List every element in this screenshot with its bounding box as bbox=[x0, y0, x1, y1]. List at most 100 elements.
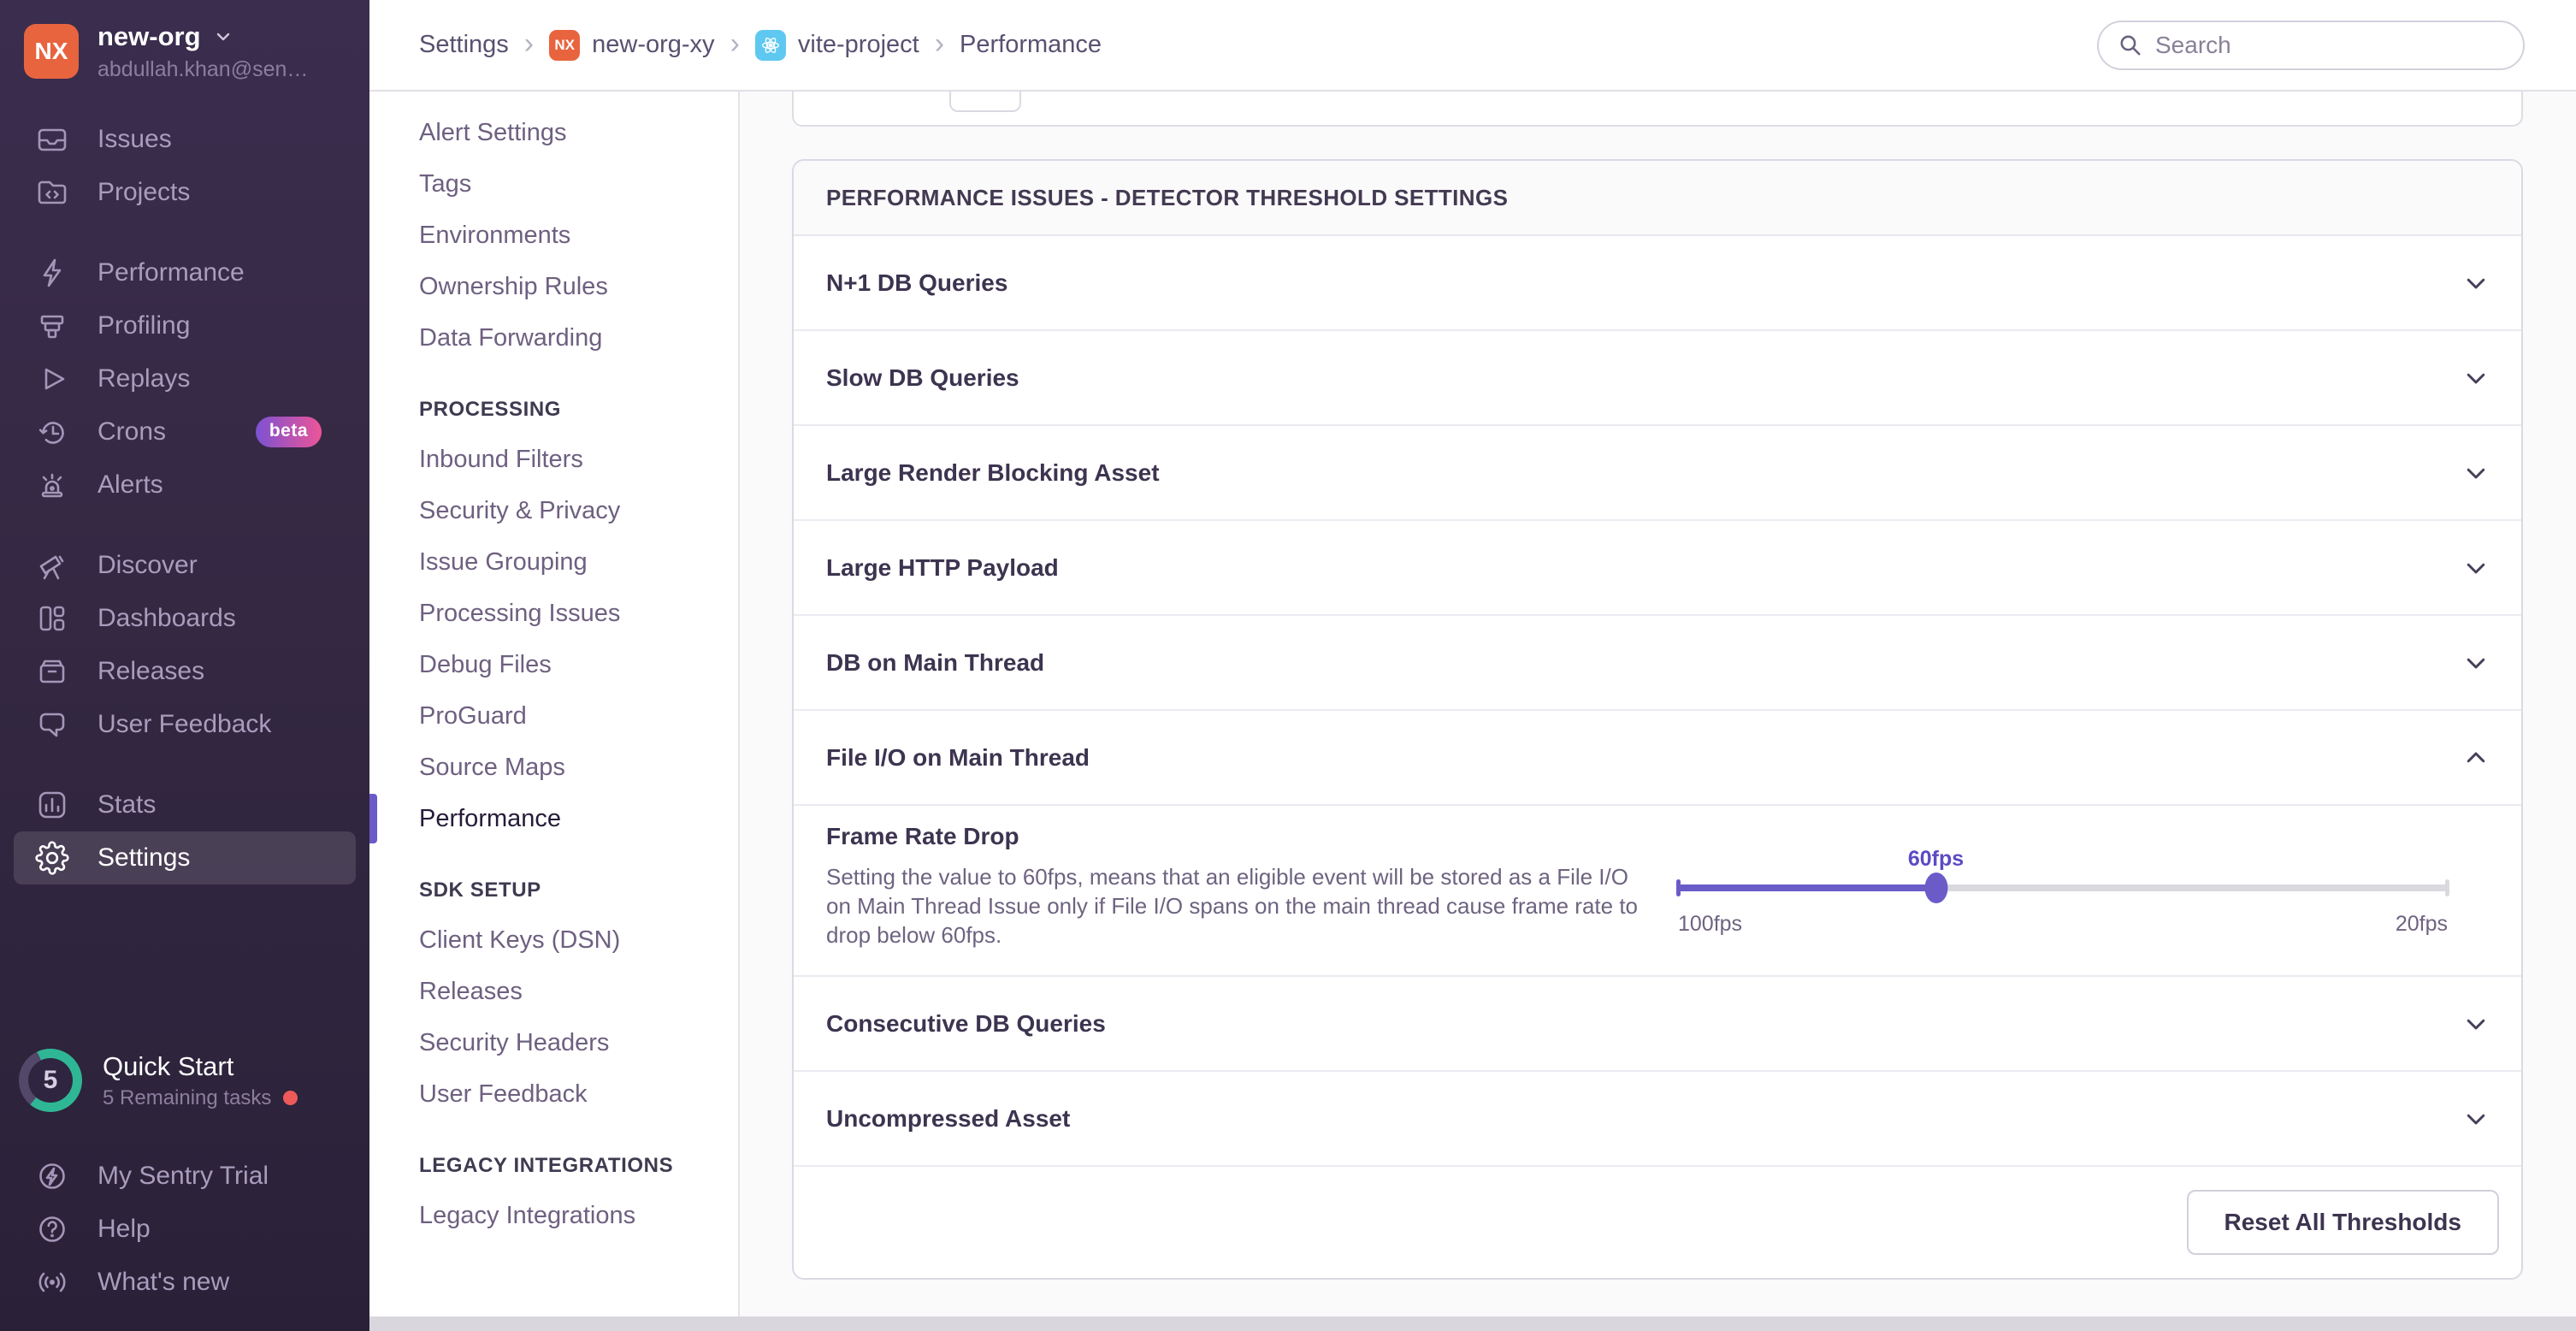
projects-icon bbox=[34, 175, 70, 210]
settings-nav-inbound-filters[interactable]: Inbound Filters bbox=[369, 434, 738, 485]
sidebar-item-label: Crons bbox=[97, 417, 166, 447]
detector-row-n-plus-one-db-queries[interactable]: N+1 DB Queries bbox=[794, 236, 2521, 331]
detector-row-large-render-blocking-asset[interactable]: Large Render Blocking Asset bbox=[794, 426, 2521, 521]
breadcrumb-project[interactable]: vite-project bbox=[755, 30, 919, 61]
beta-badge: beta bbox=[256, 417, 322, 447]
settings-nav-environments[interactable]: Environments bbox=[369, 210, 738, 261]
sidebar-item-user-feedback[interactable]: User Feedback bbox=[0, 698, 369, 751]
sidebar-item-dashboards[interactable]: Dashboards bbox=[0, 592, 369, 645]
sidebar-item-profiling[interactable]: Profiling bbox=[0, 299, 369, 352]
settings-nav-debug-files[interactable]: Debug Files bbox=[369, 639, 738, 690]
detector-row-db-on-main-thread[interactable]: DB on Main Thread bbox=[794, 616, 2521, 711]
breadcrumb-separator: › bbox=[935, 29, 944, 62]
breadcrumb-separator: › bbox=[524, 29, 534, 62]
search-box[interactable] bbox=[2097, 21, 2525, 70]
profiling-icon bbox=[34, 308, 70, 344]
sidebar-item-whats-new[interactable]: What's new bbox=[0, 1256, 369, 1309]
org-badge: NX bbox=[549, 30, 580, 61]
sidebar-item-label: Replays bbox=[97, 364, 190, 393]
settings-nav-tags[interactable]: Tags bbox=[369, 158, 738, 210]
crons-icon bbox=[34, 414, 70, 450]
settings-nav-performance[interactable]: Performance bbox=[369, 793, 738, 844]
chevron-down-icon bbox=[2463, 270, 2489, 296]
breadcrumb-label: Settings bbox=[419, 31, 509, 59]
detector-label: Consecutive DB Queries bbox=[826, 1010, 1106, 1038]
sidebar-nav: Issues Projects Performance Profiling Re… bbox=[0, 113, 369, 884]
help-icon bbox=[34, 1211, 70, 1247]
breadcrumb-label: new-org-xy bbox=[592, 31, 714, 59]
detector-label: File I/O on Main Thread bbox=[826, 744, 1090, 772]
settings-nav-issue-grouping[interactable]: Issue Grouping bbox=[369, 536, 738, 588]
detector-label: Slow DB Queries bbox=[826, 364, 1019, 392]
breadcrumb-organization[interactable]: NX new-org-xy bbox=[549, 30, 714, 61]
frame-rate-drop-title: Frame Rate Drop bbox=[826, 823, 1643, 850]
sidebar-item-my-sentry-trial[interactable]: My Sentry Trial bbox=[0, 1150, 369, 1203]
sidebar-item-projects[interactable]: Projects bbox=[0, 166, 369, 219]
settings-nav-proguard[interactable]: ProGuard bbox=[369, 690, 738, 742]
quick-start-title: Quick Start bbox=[103, 1051, 298, 1082]
sidebar-item-alerts[interactable]: Alerts bbox=[0, 458, 369, 512]
detector-row-slow-db-queries[interactable]: Slow DB Queries bbox=[794, 331, 2521, 426]
sidebar-item-discover[interactable]: Discover bbox=[0, 539, 369, 592]
sidebar-item-crons[interactable]: Crons beta bbox=[0, 405, 369, 458]
replays-icon bbox=[34, 361, 70, 397]
sidebar-item-label: Settings bbox=[97, 843, 190, 873]
breadcrumb-separator: › bbox=[730, 29, 740, 62]
settings-nav-processing-issues[interactable]: Processing Issues bbox=[369, 588, 738, 639]
sidebar-item-releases[interactable]: Releases bbox=[0, 645, 369, 698]
settings-nav-data-forwarding[interactable]: Data Forwarding bbox=[369, 312, 738, 364]
chevron-down-icon bbox=[2463, 555, 2489, 581]
detector-row-consecutive-db-queries[interactable]: Consecutive DB Queries bbox=[794, 977, 2521, 1072]
org-avatar: NX bbox=[24, 24, 79, 79]
sidebar-item-stats[interactable]: Stats bbox=[0, 778, 369, 831]
settings-nav-user-feedback[interactable]: User Feedback bbox=[369, 1068, 738, 1120]
user-feedback-icon bbox=[34, 707, 70, 742]
settings-nav-legacy-integrations[interactable]: Legacy Integrations bbox=[369, 1190, 738, 1241]
sidebar-item-label: Performance bbox=[97, 258, 245, 287]
settings-nav-security-privacy[interactable]: Security & Privacy bbox=[369, 485, 738, 536]
settings-nav-group-processing: PROCESSING bbox=[369, 386, 738, 434]
settings-nav-alert-settings[interactable]: Alert Settings bbox=[369, 107, 738, 158]
settings-nav-security-headers[interactable]: Security Headers bbox=[369, 1017, 738, 1068]
settings-nav-ownership-rules[interactable]: Ownership Rules bbox=[369, 261, 738, 312]
slider-track[interactable] bbox=[1678, 884, 2448, 891]
topbar: Settings › NX new-org-xy › vite-project … bbox=[369, 0, 2576, 92]
breadcrumb-performance: Performance bbox=[960, 31, 1102, 59]
org-switcher[interactable]: NX new-org abdullah.khan@sen… bbox=[24, 19, 349, 84]
panel-footer: Reset All Thresholds bbox=[794, 1167, 2521, 1278]
quick-start-count: 5 bbox=[19, 1049, 82, 1112]
sidebar-item-help[interactable]: Help bbox=[0, 1203, 369, 1256]
primary-sidebar: NX new-org abdullah.khan@sen… Issues Pro… bbox=[0, 0, 369, 1331]
detector-label: DB on Main Thread bbox=[826, 649, 1044, 677]
reset-all-thresholds-button[interactable]: Reset All Thresholds bbox=[2187, 1190, 2499, 1255]
quick-start-subtitle: 5 Remaining tasks bbox=[103, 1086, 271, 1110]
chevron-down-icon bbox=[213, 27, 233, 47]
breadcrumb-settings[interactable]: Settings bbox=[419, 31, 509, 59]
sidebar-item-label: Stats bbox=[97, 790, 156, 819]
org-email: abdullah.khan@sen… bbox=[97, 57, 308, 82]
slider-value-label: 60fps bbox=[1908, 847, 1964, 872]
settings-nav-client-keys[interactable]: Client Keys (DSN) bbox=[369, 914, 738, 966]
settings-nav-source-maps[interactable]: Source Maps bbox=[369, 742, 738, 793]
chevron-down-icon bbox=[2463, 1106, 2489, 1132]
sidebar-item-issues[interactable]: Issues bbox=[0, 113, 369, 166]
detector-row-uncompressed-asset[interactable]: Uncompressed Asset bbox=[794, 1072, 2521, 1167]
notification-dot bbox=[283, 1091, 298, 1105]
slider-min-label: 100fps bbox=[1678, 912, 1742, 937]
issues-icon bbox=[34, 121, 70, 157]
detector-row-file-io-on-main-thread[interactable]: File I/O on Main Thread bbox=[794, 711, 2521, 806]
quick-start[interactable]: 5 Quick Start 5 Remaining tasks bbox=[19, 1049, 349, 1112]
slider-handle[interactable] bbox=[1924, 873, 1947, 903]
settings-nav-releases[interactable]: Releases bbox=[369, 966, 738, 1017]
slider-max-label: 20fps bbox=[2396, 912, 2448, 937]
react-project-icon bbox=[755, 30, 786, 61]
alerts-icon bbox=[34, 467, 70, 503]
sidebar-item-settings[interactable]: Settings bbox=[14, 831, 356, 884]
chevron-down-icon bbox=[2463, 365, 2489, 391]
search-input[interactable] bbox=[2155, 32, 2506, 59]
detector-row-large-http-payload[interactable]: Large HTTP Payload bbox=[794, 521, 2521, 616]
sidebar-item-label: Alerts bbox=[97, 470, 163, 500]
sidebar-item-performance[interactable]: Performance bbox=[0, 246, 369, 299]
sidebar-item-replays[interactable]: Replays bbox=[0, 352, 369, 405]
horizontal-scrollbar[interactable] bbox=[369, 1316, 2576, 1331]
